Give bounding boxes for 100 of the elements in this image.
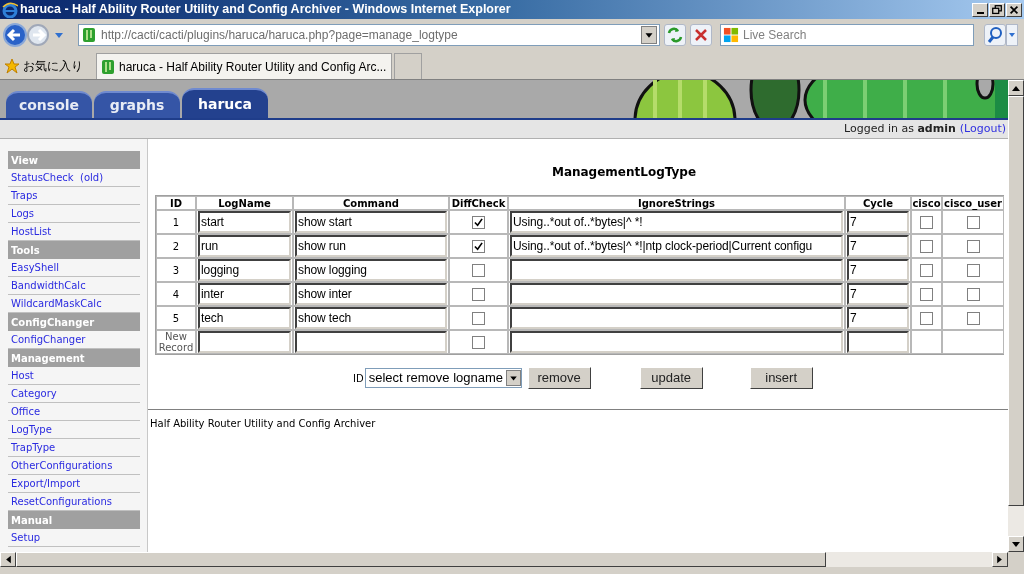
sidebar-link[interactable]: BandwidthCalc <box>8 277 140 295</box>
checkbox[interactable] <box>966 311 980 325</box>
input-field[interactable]: 7 <box>847 259 909 281</box>
input-field[interactable] <box>847 331 909 353</box>
action-button[interactable]: insert <box>749 367 813 389</box>
column-header: cisco_user <box>942 196 1004 210</box>
restore-button[interactable] <box>989 2 1005 17</box>
checkbox[interactable] <box>920 215 933 229</box>
browser-tab[interactable]: haruca - Half Ability Router Utility and Config Arc... <box>96 53 392 79</box>
checkbox[interactable] <box>966 239 980 253</box>
checkbox[interactable] <box>920 287 933 301</box>
column-header: IgnoreStrings <box>508 196 845 210</box>
scroll-thumb[interactable] <box>16 552 826 567</box>
sidebar-heading: Manual <box>8 511 140 529</box>
input-field[interactable]: 7 <box>847 283 909 305</box>
sidebar-heading: Management <box>8 349 140 367</box>
checkbox[interactable] <box>472 311 485 325</box>
input-field[interactable]: show start <box>295 211 447 233</box>
checkbox[interactable] <box>472 239 485 253</box>
checkbox[interactable] <box>472 263 485 277</box>
checkbox[interactable] <box>920 263 933 277</box>
input-field[interactable]: show inter <box>295 283 447 305</box>
search-icon <box>985 25 1005 45</box>
address-field[interactable]: http://cacti/cacti/plugins/haruca/haruca.php?page=manage_logtype <box>78 24 660 46</box>
column-header: LogName <box>196 196 293 210</box>
input-field[interactable] <box>295 331 447 353</box>
input-field[interactable]: show tech <box>295 307 447 329</box>
refresh-button[interactable] <box>664 24 686 46</box>
search-button[interactable] <box>984 24 1006 46</box>
input-field[interactable]: logging <box>198 259 291 281</box>
input-field[interactable]: inter <box>198 283 291 305</box>
checkbox[interactable] <box>472 287 485 301</box>
restore-icon <box>990 3 1004 16</box>
nav-tab[interactable]: graphs <box>94 91 180 118</box>
input-field[interactable] <box>198 331 291 353</box>
checkbox[interactable] <box>472 215 485 229</box>
nav-tab[interactable]: haruca <box>182 88 268 118</box>
refresh-icon <box>665 25 685 45</box>
table-cell: New Record <box>157 331 195 353</box>
sidebar-link[interactable]: Setup <box>8 529 140 547</box>
sidebar-link[interactable]: Logs <box>8 205 140 223</box>
input-field[interactable] <box>510 283 843 305</box>
sidebar-link[interactable]: OtherConfigurations <box>8 457 140 475</box>
checkbox[interactable] <box>472 335 485 349</box>
cactus-icon <box>81 27 97 43</box>
nav-tab[interactable]: console <box>6 91 92 118</box>
login-status: Logged in as admin <box>844 120 956 137</box>
action-button[interactable]: remove <box>527 367 591 389</box>
input-field[interactable]: run <box>198 235 291 257</box>
caret-icon <box>1009 33 1015 37</box>
logout-link[interactable]: (Logout) <box>959 120 1006 138</box>
scroll-down-button[interactable] <box>1008 536 1024 552</box>
select-field[interactable]: select remove logname <box>364 368 522 388</box>
input-field[interactable]: 7 <box>847 235 909 257</box>
dropdown-button[interactable] <box>505 370 521 386</box>
scroll-right-button[interactable] <box>992 552 1008 567</box>
input-field[interactable]: show run <box>295 235 447 257</box>
input-field[interactable]: 7 <box>847 211 909 233</box>
scroll-left-button[interactable] <box>0 552 16 567</box>
input-field[interactable]: start <box>198 211 291 233</box>
input-field[interactable]: show logging <box>295 259 447 281</box>
checkbox[interactable] <box>920 239 933 253</box>
input-field[interactable]: 7 <box>847 307 909 329</box>
sidebar-link[interactable]: Traps <box>8 187 140 205</box>
stop-button[interactable] <box>690 24 712 46</box>
input-field[interactable]: Using..*out of..*bytes|^ *!|ntp clock-period|Current configu <box>510 235 843 257</box>
sidebar-link[interactable]: EasyShell <box>8 259 140 277</box>
input-field[interactable] <box>510 259 843 281</box>
table-cell: 5 <box>172 312 180 324</box>
checkbox[interactable] <box>966 287 980 301</box>
checkbox[interactable] <box>966 215 980 229</box>
search-field[interactable]: Live Search <box>720 24 974 46</box>
sidebar-link[interactable]: TrapType <box>8 439 140 457</box>
sidebar-link[interactable]: Host <box>8 367 140 385</box>
window-title: haruca - Half Ability Router Utility and Config Archiver - Windows Internet Explorer <box>20 1 511 19</box>
favorites-button[interactable]: お気に入り <box>4 52 92 79</box>
dropdown-icon[interactable] <box>54 31 64 39</box>
page-title: ManagementLogType <box>550 164 698 181</box>
table-cell: 3 <box>172 264 180 276</box>
checkbox[interactable] <box>966 263 980 277</box>
scroll-up-button[interactable] <box>1008 80 1024 96</box>
sidebar-link[interactable]: Office <box>8 403 140 421</box>
checkbox[interactable] <box>920 311 933 325</box>
sidebar-link[interactable]: LogType <box>8 421 140 439</box>
sidebar-heading: Tools <box>8 241 140 259</box>
footer-text: Half Ability Router Utility and Config Archiver <box>150 417 377 431</box>
input-field[interactable] <box>510 331 843 353</box>
sidebar-link[interactable]: StatusCheck (old) <box>8 169 140 187</box>
sidebar-link[interactable]: Category <box>8 385 140 403</box>
action-button[interactable]: update <box>639 367 703 389</box>
input-field[interactable] <box>510 307 843 329</box>
minimize-button[interactable] <box>972 2 988 17</box>
input-field[interactable]: tech <box>198 307 291 329</box>
column-header: ID <box>156 196 196 210</box>
sidebar-link[interactable]: Export/Import <box>8 475 140 493</box>
dropdown-button[interactable] <box>641 26 657 44</box>
input-field[interactable]: Using..*out of..*bytes|^ *! <box>510 211 843 233</box>
close-button[interactable] <box>1006 2 1022 17</box>
cactus-icon <box>100 58 116 75</box>
back-button[interactable] <box>2 22 28 48</box>
